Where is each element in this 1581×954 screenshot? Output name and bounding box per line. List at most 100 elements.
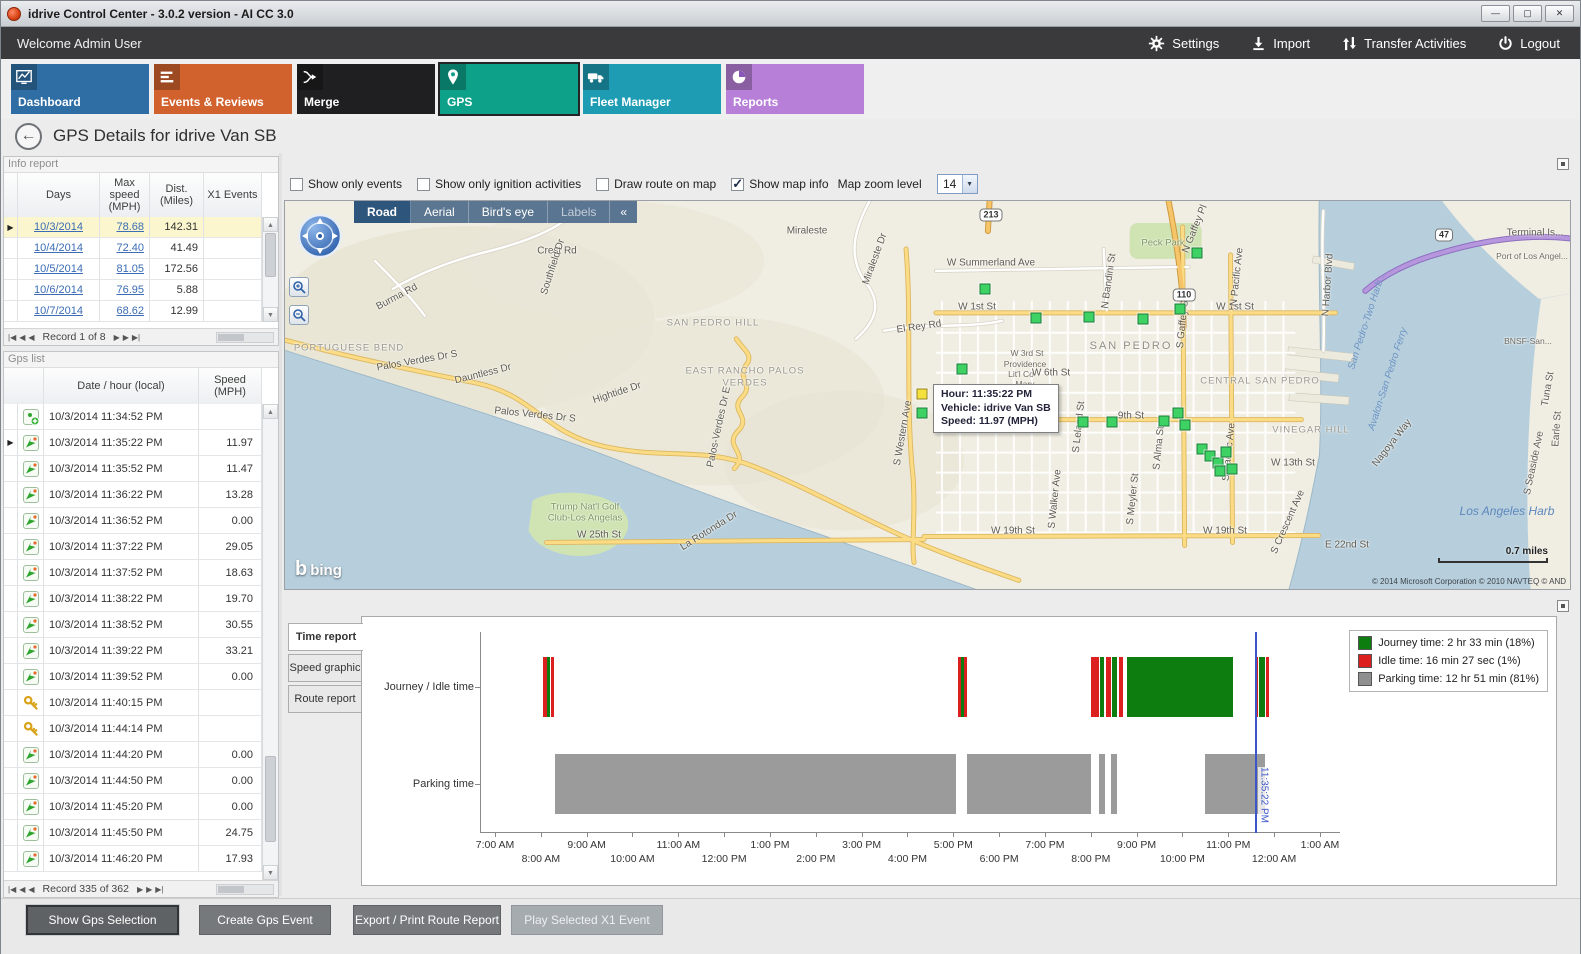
gps-datetime-cell[interactable]: 10/3/2014 11:35:22 PM: [44, 430, 199, 455]
map-style-tab-bird-s-eye[interactable]: Bird's eye: [469, 201, 548, 223]
gps-marker[interactable]: [1227, 464, 1238, 475]
checkbox-box-icon[interactable]: [417, 178, 430, 191]
gps-datetime-cell[interactable]: 10/3/2014 11:45:50 PM: [44, 820, 199, 845]
info-days-cell[interactable]: 10/7/2014: [18, 301, 100, 321]
bing-map[interactable]: MiralestePeck ParkW Summerland AveCrest …: [284, 200, 1571, 590]
gps-list-row[interactable]: 10/3/2014 11:45:20 PM0.00: [4, 794, 262, 820]
nav-tile-gps[interactable]: GPS: [440, 64, 578, 114]
gps-datetime-cell[interactable]: 10/3/2014 11:44:14 PM: [44, 716, 199, 741]
header-action-settings[interactable]: Settings: [1148, 35, 1219, 52]
nav-last-icon[interactable]: ▶|: [132, 333, 140, 342]
close-button[interactable]: ✕: [1545, 5, 1574, 22]
map-zoom-level-select[interactable]: 14▼: [937, 174, 978, 194]
nav-next-page-icon[interactable]: ▶: [123, 333, 129, 342]
tab-time-report[interactable]: Time report: [288, 623, 363, 651]
tab-speed-graphic[interactable]: Speed graphic: [288, 654, 362, 682]
gps-marker[interactable]: [1173, 408, 1184, 419]
gps-marker[interactable]: [1180, 420, 1191, 431]
info-days-cell[interactable]: 10/5/2014: [18, 259, 100, 279]
map-compass-icon[interactable]: [297, 213, 343, 264]
checkbox-box-icon[interactable]: [596, 178, 609, 191]
nav-next-page-icon[interactable]: ▶: [146, 885, 152, 894]
gps-datetime-cell[interactable]: 10/3/2014 11:37:22 PM: [44, 534, 199, 559]
create-gps-event-button[interactable]: Create Gps Event: [199, 905, 331, 935]
info-table-scrollbar[interactable]: ▲ ▼: [262, 217, 278, 322]
map-style-tab-aerial[interactable]: Aerial: [411, 201, 469, 223]
info-maxspeed-cell[interactable]: 81.05: [100, 259, 150, 279]
info-days-cell[interactable]: 10/6/2014: [18, 280, 100, 300]
scroll-down-icon[interactable]: ▼: [263, 865, 278, 880]
gps-datetime-cell[interactable]: 10/3/2014 11:45:20 PM: [44, 794, 199, 819]
checkbox-show-only-ignition-activities[interactable]: Show only ignition activities: [417, 177, 581, 191]
gps-list-row[interactable]: 10/3/2014 11:38:52 PM30.55: [4, 612, 262, 638]
nav-tile-events-reviews[interactable]: Events & Reviews: [154, 64, 292, 114]
gps-datetime-cell[interactable]: 10/3/2014 11:39:52 PM: [44, 664, 199, 689]
gps-datetime-cell[interactable]: 10/3/2014 11:46:20 PM: [44, 846, 199, 871]
gps-datetime-cell[interactable]: 10/3/2014 11:40:15 PM: [44, 690, 199, 715]
zoom-in-icon[interactable]: [289, 277, 309, 297]
nav-tile-reports[interactable]: Reports: [726, 64, 864, 114]
gps-marker[interactable]: [1084, 312, 1095, 323]
gps-datetime-cell[interactable]: 10/3/2014 11:35:52 PM: [44, 456, 199, 481]
gps-list-row[interactable]: 10/3/2014 11:44:50 PM0.00: [4, 768, 262, 794]
gps-list-row[interactable]: 10/3/2014 11:38:22 PM19.70: [4, 586, 262, 612]
chevron-down-icon[interactable]: ▼: [962, 175, 977, 193]
checkbox-show-only-events[interactable]: Show only events: [290, 177, 402, 191]
export-print-route-report-button[interactable]: Export / Print Route Report: [353, 905, 501, 935]
zoom-out-icon[interactable]: [289, 305, 309, 325]
scrollbar-thumb[interactable]: [265, 233, 276, 277]
gps-list-row[interactable]: 10/3/2014 11:39:22 PM33.21: [4, 638, 262, 664]
scroll-down-icon[interactable]: ▼: [263, 307, 278, 322]
gps-list-row[interactable]: 10/3/2014 11:37:52 PM18.63: [4, 560, 262, 586]
info-maxspeed-cell[interactable]: 78.68: [100, 217, 150, 237]
play-selected-x1-event-button[interactable]: Play Selected X1 Event: [511, 905, 663, 935]
info-days-cell[interactable]: 10/4/2014: [18, 238, 100, 258]
map-style-tab-labels[interactable]: Labels: [548, 201, 610, 223]
gps-list-row[interactable]: 10/3/2014 11:39:52 PM0.00: [4, 664, 262, 690]
gps-marker[interactable]: [980, 284, 991, 295]
nav-tile-merge[interactable]: Merge: [297, 64, 435, 114]
gps-list-row[interactable]: ▶10/3/2014 11:35:22 PM11.97: [4, 430, 262, 456]
collapse-panel-icon[interactable]: [1557, 600, 1569, 612]
header-action-import[interactable]: Import: [1251, 36, 1310, 51]
header-action-logout[interactable]: Logout: [1498, 36, 1560, 51]
checkbox-show-map-info[interactable]: Show map info: [731, 177, 828, 191]
gps-marker[interactable]: [1221, 447, 1232, 458]
info-table-row[interactable]: 10/4/201472.4041.49: [4, 238, 262, 259]
scrollbar-thumb[interactable]: [265, 756, 276, 842]
gps-datetime-cell[interactable]: 10/3/2014 11:37:52 PM: [44, 560, 199, 585]
nav-tile-fleet-manager[interactable]: Fleet Manager: [583, 64, 721, 114]
collapse-panel-icon[interactable]: [1557, 158, 1569, 170]
gps-list-row[interactable]: 10/3/2014 11:44:20 PM0.00: [4, 742, 262, 768]
gps-marker[interactable]: [1159, 416, 1170, 427]
gps-marker[interactable]: [1031, 313, 1042, 324]
gps-list-row[interactable]: 10/3/2014 11:34:52 PM: [4, 404, 262, 430]
nav-prev-icon[interactable]: ◀: [28, 333, 34, 342]
gps-list-row[interactable]: 10/3/2014 11:44:14 PM: [4, 716, 262, 742]
info-maxspeed-cell[interactable]: 72.40: [100, 238, 150, 258]
gps-datetime-cell[interactable]: 10/3/2014 11:38:22 PM: [44, 586, 199, 611]
gps-datetime-cell[interactable]: 10/3/2014 11:34:52 PM: [44, 404, 199, 429]
gps-datetime-cell[interactable]: 10/3/2014 11:36:22 PM: [44, 482, 199, 507]
info-table-row[interactable]: 10/5/201481.05172.56: [4, 259, 262, 280]
header-action-transfer-activities[interactable]: Transfer Activities: [1342, 36, 1466, 51]
nav-first-icon[interactable]: |◀: [8, 885, 16, 894]
info-table-row[interactable]: 10/7/201468.6212.99: [4, 301, 262, 322]
scroll-up-icon[interactable]: ▲: [263, 217, 278, 232]
back-button[interactable]: ←: [15, 123, 42, 150]
checkbox-box-icon[interactable]: [731, 178, 744, 191]
nav-tile-dashboard[interactable]: Dashboard: [11, 64, 149, 114]
gps-datetime-cell[interactable]: 10/3/2014 11:44:20 PM: [44, 742, 199, 767]
gps-marker[interactable]: [1175, 304, 1186, 315]
info-table-row[interactable]: ▶10/3/201478.68142.31: [4, 217, 262, 238]
map-tabs-collapse-icon[interactable]: «: [610, 201, 637, 223]
nav-next-icon[interactable]: ▶: [137, 885, 143, 894]
gps-list-row[interactable]: 10/3/2014 11:40:15 PM: [4, 690, 262, 716]
gps-marker[interactable]: [957, 364, 968, 375]
gps-list-row[interactable]: 10/3/2014 11:36:52 PM0.00: [4, 508, 262, 534]
minimize-button[interactable]: —: [1481, 5, 1510, 22]
gps-marker[interactable]: [1078, 417, 1089, 428]
nav-prev-icon[interactable]: ◀: [28, 885, 34, 894]
maximize-button[interactable]: ▢: [1513, 5, 1542, 22]
gps-list-row[interactable]: 10/3/2014 11:45:50 PM24.75: [4, 820, 262, 846]
